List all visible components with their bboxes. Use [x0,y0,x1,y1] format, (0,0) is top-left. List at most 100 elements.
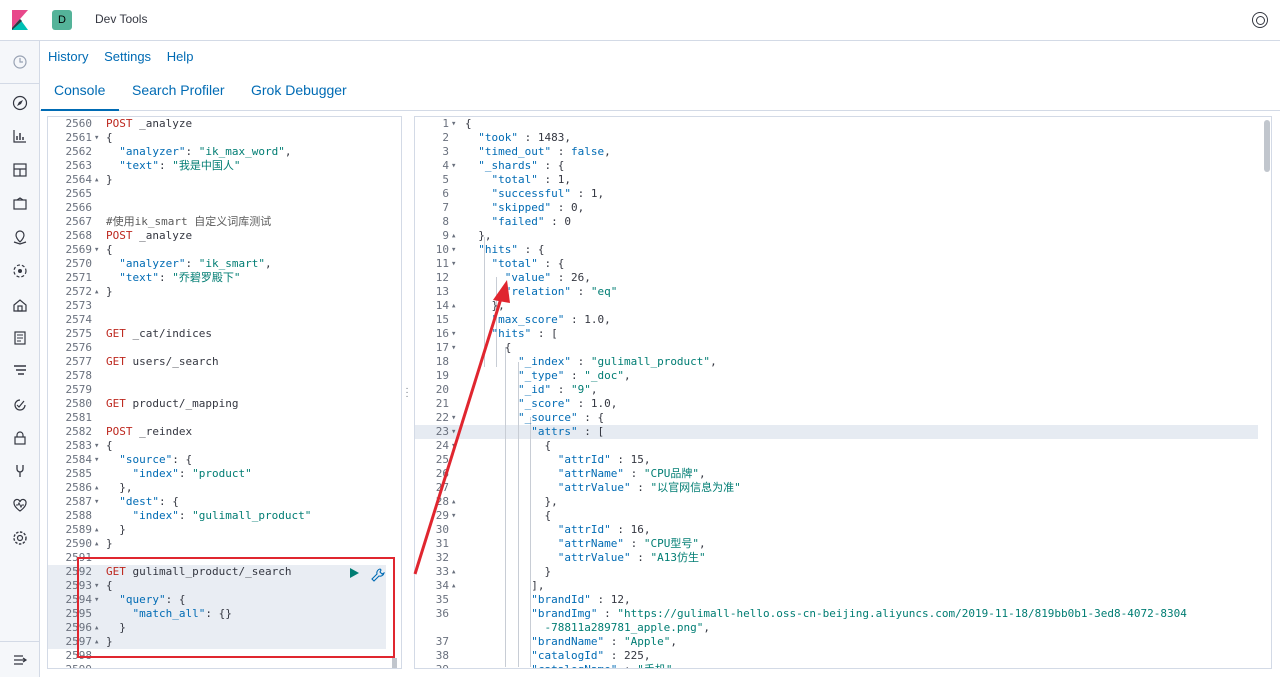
editor-line[interactable]: 2581 [48,411,401,425]
editor-line[interactable]: 16 ▾ "hits" : [ [415,327,1271,341]
editor-line[interactable]: 2582 POST _reindex [48,425,401,439]
fold-toggle-icon[interactable]: ▾ [94,131,99,145]
editor-line[interactable]: 2562 "analyzer": "ik_max_word", [48,145,401,159]
ml-icon[interactable] [12,263,28,279]
editor-line[interactable]: 22 ▾ "_source" : { [415,411,1271,425]
editor-line[interactable]: 30 "attrId" : 16, [415,523,1271,537]
editor-line[interactable]: 8 "failed" : 0 [415,215,1271,229]
fold-toggle-icon[interactable]: ▴ [94,523,99,537]
editor-line[interactable]: 2577 GET users/_search [48,355,401,369]
request-editor[interactable]: 2560 POST _analyze 2561 ▾{2562 "analyzer": … [47,116,402,669]
fold-toggle-icon[interactable]: ▾ [451,117,456,131]
tab-grok-debugger[interactable]: Grok Debugger [251,82,347,98]
fold-toggle-icon[interactable]: ▾ [94,495,99,509]
settings-link[interactable]: Settings [104,49,151,64]
clock-icon[interactable] [12,54,28,70]
space-avatar[interactable]: D [52,10,72,30]
fold-toggle-icon[interactable]: ▴ [451,565,456,579]
editor-line[interactable]: 29 ▾ { [415,509,1271,523]
editor-line[interactable]: 2595 "match_all": {} [48,607,401,621]
fold-toggle-icon[interactable]: ▴ [94,285,99,299]
editor-line[interactable]: 2568 POST _analyze [48,229,401,243]
editor-line[interactable]: 21 "_score" : 1.0, [415,397,1271,411]
apm-icon[interactable] [12,363,28,379]
editor-line[interactable]: 27 "attrValue" : "以官网信息为准" [415,481,1271,495]
editor-line[interactable]: 2567 #使用ik_smart 自定义词库测试 [48,215,401,229]
editor-line[interactable]: 18 "_index" : "gulimall_product", [415,355,1271,369]
editor-line[interactable]: 2599 [48,663,401,668]
fold-toggle-icon[interactable]: ▾ [94,243,99,257]
editor-line[interactable]: 37 "brandName" : "Apple", [415,635,1271,649]
devtools-icon[interactable] [12,463,28,479]
fold-toggle-icon[interactable]: ▾ [94,453,99,467]
editor-line[interactable]: 2571 "text": "乔碧罗殿下" [48,271,401,285]
management-icon[interactable] [12,530,28,546]
fold-toggle-icon[interactable]: ▴ [94,635,99,649]
fold-toggle-icon[interactable]: ▴ [451,495,456,509]
fold-toggle-icon[interactable]: ▴ [94,173,99,187]
editor-line[interactable]: 6 "successful" : 1, [415,187,1271,201]
editor-line[interactable]: 7 "skipped" : 0, [415,201,1271,215]
editor-line[interactable]: 32 "attrValue" : "A13仿生" [415,551,1271,565]
editor-line[interactable]: 2566 [48,201,401,215]
send-request-icon[interactable] [350,568,359,578]
tab-search-profiler[interactable]: Search Profiler [132,82,225,98]
response-viewer[interactable]: 1 ▾{2 "took" : 1483, 3 "timed_out" : false… [414,116,1272,669]
editor-line[interactable]: 2583 ▾ { [48,439,401,453]
editor-line[interactable]: 2560 POST _analyze [48,117,401,131]
editor-line[interactable]: 2 "took" : 1483, [415,131,1271,145]
fold-toggle-icon[interactable]: ▴ [94,621,99,635]
fold-toggle-icon[interactable]: ▾ [451,509,456,523]
editor-line[interactable]: 2561 ▾ { [48,131,401,145]
editor-line[interactable]: 20 "_id" : "9", [415,383,1271,397]
editor-line[interactable]: 2579 [48,383,401,397]
editor-line[interactable]: 5 "total" : 1, [415,173,1271,187]
editor-line[interactable]: 2578 [48,369,401,383]
editor-line[interactable]: 23 ▾ "attrs" : [ [415,425,1271,439]
fold-toggle-icon[interactable]: ▾ [451,411,456,425]
dashboard-icon[interactable] [12,162,28,178]
editor-line[interactable]: 3 "timed_out" : false, [415,145,1271,159]
fold-toggle-icon[interactable]: ▴ [451,229,456,243]
editor-line[interactable]: 2590 ▴} [48,537,401,551]
help-link[interactable]: Help [167,49,194,64]
visualize-icon[interactable] [12,128,28,144]
editor-line[interactable]: 2574 [48,313,401,327]
logs-icon[interactable] [12,330,28,346]
fold-toggle-icon[interactable]: ▾ [451,341,456,355]
siem-icon[interactable] [12,430,28,446]
panel-resizer-handle[interactable]: · · · [404,384,410,402]
editor-line[interactable]: 2592 GET gulimall_product/_search [48,565,401,579]
collapse-icon[interactable] [12,652,28,671]
editor-line[interactable]: 2587 ▾ "dest": { [48,495,401,509]
editor-line[interactable]: 19 "_type" : "_doc", [415,369,1271,383]
editor-line[interactable]: 2586 ▴ }, [48,481,401,495]
editor-line[interactable]: 2593 ▾ { [48,579,401,593]
editor-line[interactable]: 2572 ▴} [48,285,401,299]
fold-toggle-icon[interactable]: ▴ [94,481,99,495]
editor-line[interactable]: 15 "max_score" : 1.0, [415,313,1271,327]
editor-line[interactable]: 34 ▴ ], [415,579,1271,593]
editor-line[interactable]: 9 ▴ }, [415,229,1271,243]
editor-line[interactable]: 2570 "analyzer": "ik_smart", [48,257,401,271]
editor-line[interactable]: 38 "catalogId" : 225, [415,649,1271,663]
monitoring-icon[interactable] [12,497,28,513]
tab-console[interactable]: Console [54,82,105,98]
fold-toggle-icon[interactable]: ▾ [451,257,456,271]
fold-toggle-icon[interactable]: ▾ [94,579,99,593]
editor-line[interactable]: 11 ▾ "total" : { [415,257,1271,271]
history-link[interactable]: History [48,49,88,64]
editor-line[interactable]: 24 ▾ { [415,439,1271,453]
editor-line[interactable]: 33 ▴ } [415,565,1271,579]
editor-line[interactable]: 36 "brandImg" : "https://gulimall-hello.… [415,607,1271,621]
fold-toggle-icon[interactable]: ▾ [451,159,456,173]
wrench-icon[interactable] [371,568,385,582]
fold-toggle-icon[interactable]: ▾ [451,243,456,257]
fold-toggle-icon[interactable]: ▴ [451,579,456,593]
editor-line[interactable]: 2569 ▾ { [48,243,401,257]
editor-line[interactable]: -78811a289781_apple.png", [415,621,1271,635]
editor-line[interactable]: 31 "attrName" : "CPU型号", [415,537,1271,551]
fold-toggle-icon[interactable]: ▴ [451,299,456,313]
editor-line[interactable]: 2598 [48,649,401,663]
request-editor-scrollbar[interactable] [392,658,397,668]
